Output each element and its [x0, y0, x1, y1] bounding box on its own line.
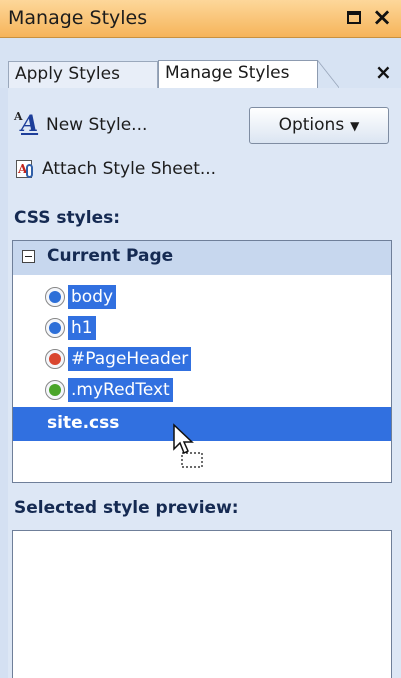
- dot-fill: [49, 290, 61, 303]
- attach-style-sheet-icon: A: [14, 158, 36, 180]
- dropdown-arrow-icon: ▼: [350, 119, 360, 133]
- dot-fill: [49, 352, 61, 365]
- style-rule-myredtext[interactable]: .myRedText: [45, 376, 173, 403]
- close-panel-button[interactable]: ×: [372, 2, 392, 32]
- tab-manage-styles[interactable]: Manage Styles: [158, 60, 339, 88]
- rule-name: h1: [68, 315, 96, 340]
- attach-style-sheet-link[interactable]: A Attach Style Sheet...: [14, 158, 216, 180]
- panel-titlebar: Manage Styles ×: [0, 0, 401, 38]
- style-preview-box: [12, 530, 392, 678]
- rule-name: .myRedText: [68, 377, 173, 402]
- dot-fill: [49, 321, 61, 334]
- group-label: Current Page: [47, 246, 174, 266]
- id-style-icon: [45, 348, 65, 369]
- style-rule-h1[interactable]: h1: [45, 314, 96, 341]
- class-style-icon: [45, 379, 65, 400]
- maximize-icon[interactable]: [347, 11, 361, 24]
- element-style-icon: [45, 286, 65, 307]
- dot-fill: [49, 383, 61, 396]
- style-rule-body[interactable]: body: [45, 283, 117, 310]
- preview-label: Selected style preview:: [14, 498, 239, 518]
- panel-title: Manage Styles: [8, 7, 148, 29]
- drag-cursor-icon: [173, 423, 203, 468]
- collapse-icon[interactable]: [22, 250, 35, 263]
- tab-strip: Apply Styles Manage Styles ×: [0, 38, 401, 88]
- new-style-link[interactable]: AA New Style...: [14, 110, 148, 138]
- tree-group-current-page[interactable]: Current Page: [13, 241, 391, 275]
- new-style-icon: AA: [14, 110, 39, 137]
- style-rule-pageheader[interactable]: #PageHeader: [45, 345, 192, 372]
- rule-name: body: [68, 284, 117, 309]
- element-style-icon: [45, 317, 65, 338]
- close-tab-button[interactable]: ×: [375, 60, 392, 84]
- stylesheet-label: site.css: [47, 413, 120, 433]
- tab-apply-styles[interactable]: Apply Styles: [8, 61, 158, 88]
- options-label: Options: [278, 115, 345, 135]
- attach-style-sheet-label: Attach Style Sheet...: [42, 159, 217, 179]
- css-styles-label: CSS styles:: [14, 208, 121, 228]
- new-style-label: New Style...: [46, 115, 148, 135]
- options-button[interactable]: Options ▼: [249, 107, 389, 144]
- rule-name: #PageHeader: [68, 346, 192, 371]
